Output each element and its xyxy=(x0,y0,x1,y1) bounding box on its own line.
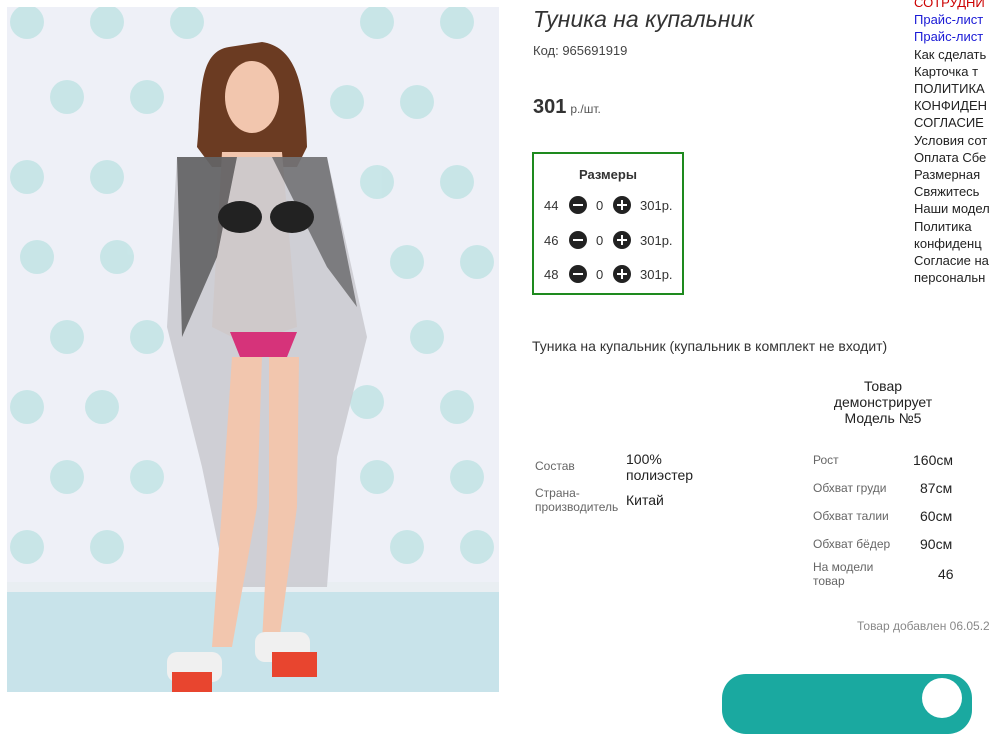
quantity-value: 0 xyxy=(596,233,604,248)
plus-icon[interactable] xyxy=(613,196,631,214)
sidebar-item-size-chart[interactable]: Размерная xyxy=(914,166,989,183)
product-price: 301 р./шт. xyxy=(533,96,601,119)
composition-value: 100% полиэстер xyxy=(626,451,694,483)
quantity-value: 0 xyxy=(596,267,604,282)
sidebar-item-privacy[interactable]: КОНФИДЕН xyxy=(914,97,989,114)
minus-icon[interactable] xyxy=(569,265,587,283)
height-label: Рост xyxy=(813,453,839,467)
size-label: 48 xyxy=(544,267,559,282)
sidebar-item-privacy-2[interactable]: конфиденц xyxy=(914,235,989,252)
sidebar-links: СОТРУДНИ Прайс-лист Прайс-лист Как сдела… xyxy=(914,0,989,286)
sidebar-item-price-list[interactable]: Прайс-лист xyxy=(914,11,989,28)
sidebar-item-consent-2[interactable]: Согласие на xyxy=(914,252,989,269)
sidebar-item-consent[interactable]: СОГЛАСИЕ xyxy=(914,114,989,131)
chest-value: 87см xyxy=(920,480,953,496)
model-note: Товар демонстрирует Модель №5 xyxy=(833,378,933,426)
price-unit: р./шт. xyxy=(570,102,601,116)
sidebar-item-policy[interactable]: ПОЛИТИКА xyxy=(914,80,989,97)
size-row: 48 0 301р. xyxy=(534,265,682,285)
cart-icon xyxy=(922,678,962,718)
plus-icon[interactable] xyxy=(613,265,631,283)
sidebar-item-employees[interactable]: СОТРУДНИ xyxy=(914,0,989,11)
model-size-value: 46 xyxy=(938,566,954,582)
sidebar-item-price-list-2[interactable]: Прайс-лист xyxy=(914,28,989,45)
product-photo[interactable] xyxy=(7,7,499,692)
chest-label: Обхват груди xyxy=(813,481,887,495)
size-row: 44 0 301р. xyxy=(534,196,682,216)
size-price: 301р. xyxy=(640,267,673,282)
cart-button[interactable] xyxy=(722,674,972,734)
sidebar-item-personal-data[interactable]: персональн xyxy=(914,269,989,286)
product-description: Туника на купальник (купальник в комплек… xyxy=(532,338,888,354)
size-label: 44 xyxy=(544,198,559,213)
sidebar-item-policy-2[interactable]: Политика xyxy=(914,218,989,235)
hips-value: 90см xyxy=(920,536,953,552)
sizes-panel: Размеры 44 0 301р. 46 0 301р. 48 0 301р. xyxy=(532,152,684,295)
country-label: Страна-производитель xyxy=(535,486,619,514)
composition-label: Состав xyxy=(535,459,575,473)
sidebar-item-terms[interactable]: Условия сот xyxy=(914,132,989,149)
height-value: 160см xyxy=(913,452,953,468)
size-row: 46 0 301р. xyxy=(534,231,682,251)
product-code: Код: 965691919 xyxy=(533,43,628,58)
sidebar-item-contact[interactable]: Свяжитесь xyxy=(914,183,989,200)
size-price: 301р. xyxy=(640,198,673,213)
size-price: 301р. xyxy=(640,233,673,248)
waist-label: Обхват талии xyxy=(813,509,889,523)
added-date: Товар добавлен 06.05.2 xyxy=(857,619,989,633)
sizes-title: Размеры xyxy=(579,167,637,182)
product-image xyxy=(7,7,499,692)
minus-icon[interactable] xyxy=(569,196,587,214)
quantity-value: 0 xyxy=(596,198,604,213)
plus-icon[interactable] xyxy=(613,231,631,249)
country-value: Китай xyxy=(626,492,664,508)
minus-icon[interactable] xyxy=(569,231,587,249)
sidebar-item-card[interactable]: Карточка т xyxy=(914,63,989,80)
model-size-label: На модели товар xyxy=(813,560,874,588)
waist-value: 60см xyxy=(920,508,953,524)
sidebar-item-payment[interactable]: Оплата Сбе xyxy=(914,149,989,166)
sidebar-item-models[interactable]: Наши модел xyxy=(914,200,989,217)
sidebar-item-how-to-order[interactable]: Как сделать xyxy=(914,46,989,63)
product-title: Туника на купальник xyxy=(533,6,755,32)
size-label: 46 xyxy=(544,233,559,248)
hips-label: Обхват бёдер xyxy=(813,537,891,551)
price-value: 301 xyxy=(533,96,567,118)
